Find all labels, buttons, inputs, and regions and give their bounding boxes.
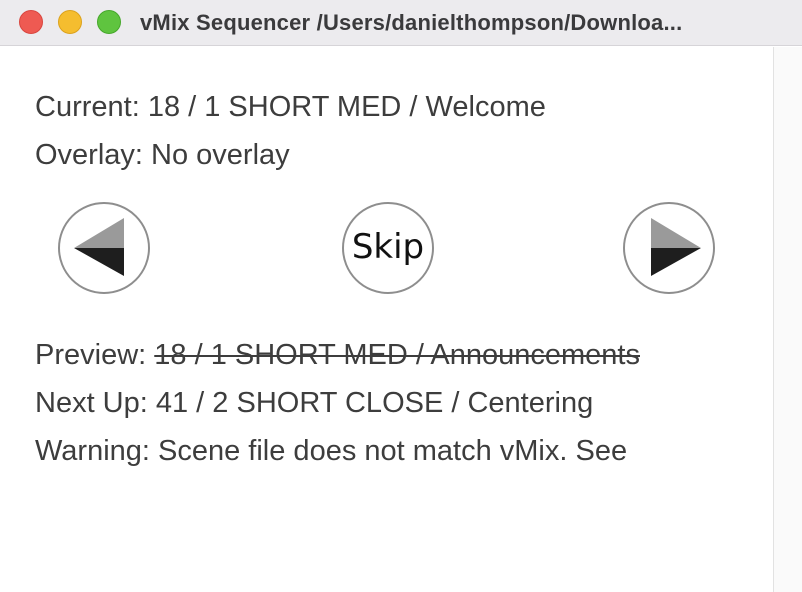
title-bar[interactable]: vMix Sequencer /Users/danielthompson/Dow… [0, 0, 802, 46]
preview-value: 18 / 1 SHORT MED / Announcements [154, 339, 640, 371]
overlay-text: Overlay: No overlay [35, 139, 290, 171]
next-button[interactable] [623, 202, 715, 294]
skip-button[interactable]: Skip [342, 202, 434, 294]
sequencer-window: vMix Sequencer /Users/danielthompson/Dow… [0, 0, 802, 592]
zoom-window-button[interactable] [97, 10, 121, 34]
preview-line: Preview: 18 / 1 SHORT MED / Announcement… [35, 338, 640, 372]
triangle-left-icon [74, 218, 124, 276]
warning-text: Warning: Scene file does not match vMix.… [35, 435, 628, 467]
close-window-button[interactable] [19, 10, 43, 34]
vertical-scrollbar[interactable] [773, 47, 802, 592]
previous-button[interactable] [58, 202, 150, 294]
next-up-text: Next Up: 41 / 2 SHORT CLOSE / Centering [35, 387, 594, 419]
minimize-window-button[interactable] [58, 10, 82, 34]
current-scene-text: Current: 18 / 1 SHORT MED / Welcome [35, 91, 546, 123]
preview-label: Preview: [35, 339, 155, 371]
skip-button-label: Skip [351, 227, 425, 267]
triangle-right-icon [651, 218, 701, 276]
window-title: vMix Sequencer /Users/danielthompson/Dow… [140, 10, 683, 35]
